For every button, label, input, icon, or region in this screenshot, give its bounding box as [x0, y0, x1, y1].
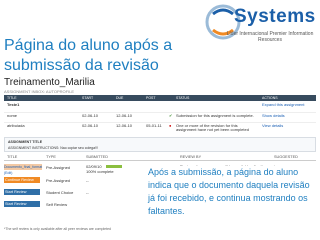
table-row: nome 02-06-10 12-06-10 ✔ Submission for … — [4, 112, 316, 122]
footnote: *The self review is only available after… — [4, 227, 111, 231]
document-link[interactable]: Documento_final_format (Edit) — [4, 164, 42, 175]
logo-name: Systems — [234, 6, 316, 27]
start-review-button[interactable]: Start Review — [4, 189, 40, 195]
slide-title: Página do aluno após a submissão da revi… — [4, 37, 173, 74]
main-table-header: TITLE START DUE POST STATUS ACTIONS — [4, 95, 316, 101]
header-status: STATUS — [176, 96, 190, 100]
table-row: atribuiada 02-06-10 12-06-10 05-01-11 ● … — [4, 122, 316, 135]
header-post: POST — [146, 96, 156, 100]
callout-text: Após a submissão, a página do aluno indi… — [148, 166, 318, 218]
sub-table-header: TITLE TYPE SUBMITTED REVIEW BY SUGGESTED — [4, 155, 316, 161]
course-subtitle: ASSIGNMENT INBOX: AUTOPROFILE — [4, 89, 75, 94]
expand-link[interactable]: Expand this assignment — [262, 103, 304, 107]
table-row: Teste1 Expand this assignment — [7, 102, 305, 107]
check-icon: ✔ — [169, 113, 173, 118]
show-details-link[interactable]: Show details — [262, 114, 285, 118]
progress-bar — [106, 165, 122, 168]
assignment-box: ASSIGNMENT TITLE ASSIGNMENT INSTRUCTIONS… — [4, 137, 316, 152]
alert-icon: ● — [169, 123, 172, 128]
start-self-review-button[interactable]: Start Review — [4, 201, 40, 207]
continue-review-button[interactable]: Continue Review — [4, 177, 40, 183]
header-title: TITLE — [7, 96, 17, 100]
course-title: Treinamento_Marilia — [4, 77, 95, 88]
logo-tagline: Líder Internacional Premier Information … — [226, 31, 314, 43]
header-due: DUE — [116, 96, 124, 100]
view-details-link[interactable]: View details — [262, 124, 283, 128]
header-start: START — [82, 96, 94, 100]
header-actions: ACTIONS — [262, 96, 278, 100]
